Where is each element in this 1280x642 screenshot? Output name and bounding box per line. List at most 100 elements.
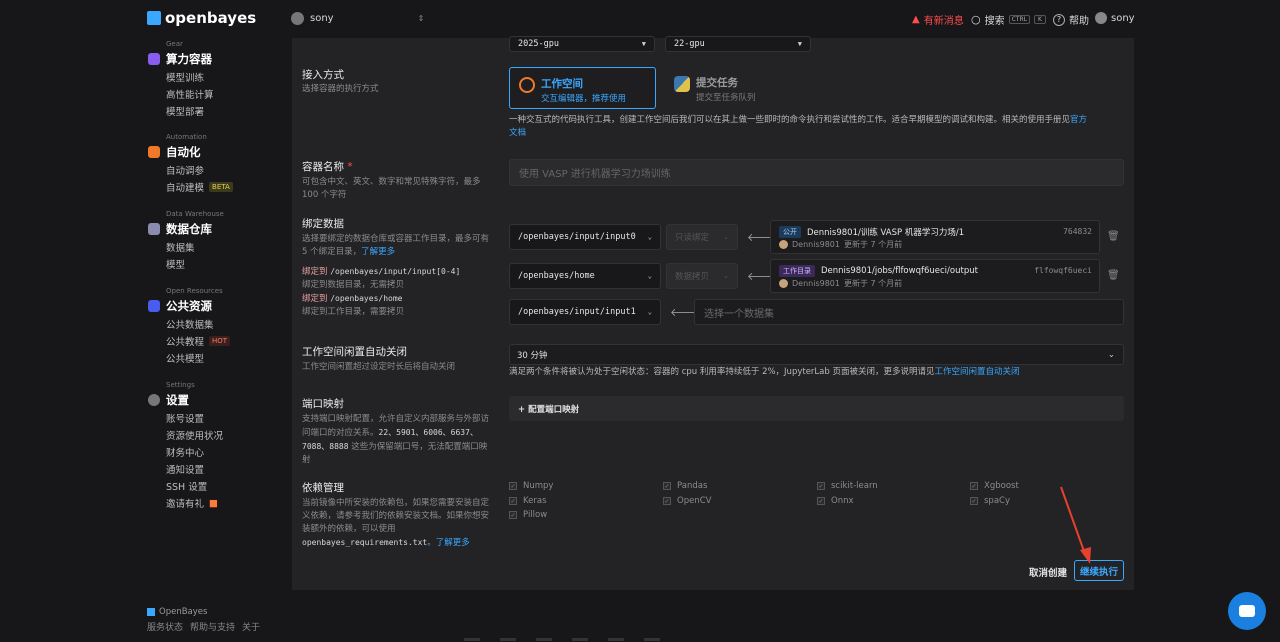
dep-checkbox-numpy: ✓ Numpy xyxy=(509,481,553,491)
sidebar-item-public-tutorials[interactable]: 公共教程 HOT xyxy=(166,334,231,348)
sidebar-item-settings[interactable]: 设置 xyxy=(148,392,189,408)
dep-name: scikit-learn xyxy=(831,481,878,491)
access-label: 接入方式 xyxy=(302,69,344,81)
access-option-workspace[interactable]: 工作空间 交互编辑器，推荐使用 xyxy=(509,67,656,109)
rule2-path: /openbayes/home xyxy=(330,294,403,303)
sidebar-item-usage[interactable]: 资源使用状况 xyxy=(166,428,223,442)
dep-name: Xgboost xyxy=(984,481,1019,491)
footer-link-help[interactable]: 帮助与支持 xyxy=(190,620,235,633)
sidebar-item-model-training[interactable]: 模型训练 xyxy=(166,70,204,84)
bind-path: /openbayes/input/input0 xyxy=(518,232,636,242)
access-note: 一种交互式的代码执行工具，创建工作空间后我们可以在其上做一些即时的命令执行和尝试… xyxy=(509,114,1126,140)
sidebar-item-ssh[interactable]: SSH 设置 xyxy=(166,479,207,493)
annotation-arrow-icon xyxy=(1060,486,1091,564)
footer-link-about[interactable]: 关于 xyxy=(242,620,260,633)
sidebar-item-autotune[interactable]: 自动调参 xyxy=(166,163,204,177)
trash-icon[interactable]: 🗑 xyxy=(1107,231,1120,242)
section-title: 公共资源 xyxy=(166,299,212,313)
dataset-search-input[interactable]: 选择一个数据集 xyxy=(694,299,1124,325)
select-value: 2025-gpu xyxy=(518,39,559,49)
workspace-switcher[interactable]: sony ⇕ xyxy=(291,12,424,25)
bind-mode-select-1[interactable]: 数据拷贝 ⌄ xyxy=(666,263,738,289)
trash-icon[interactable]: 🗑 xyxy=(1107,270,1120,281)
sidebar-item-public-models[interactable]: 公共模型 xyxy=(166,351,204,365)
brand-logo[interactable]: openbayes xyxy=(147,9,256,27)
sidebar-item-gear[interactable]: 算力容器 xyxy=(148,51,212,67)
dep-name: Keras xyxy=(523,496,547,506)
card-meta-row: Dennis9801 更新于 7 个月前 xyxy=(779,278,902,289)
chevron-down-icon: ⌄ xyxy=(647,308,652,316)
chevron-down-icon: ⌄ xyxy=(723,233,729,241)
footer-link-status[interactable]: 服务状态 xyxy=(147,620,183,633)
workspace-name: sony xyxy=(310,13,334,24)
notifications-button[interactable]: ▲ 有新消息 xyxy=(912,12,964,27)
sidebar-item-datasets[interactable]: 数据集 xyxy=(166,240,195,254)
dep-name: Numpy xyxy=(523,481,554,491)
dep-checkbox-keras: ✓ Keras xyxy=(509,496,547,506)
bound-dataset-card-1[interactable]: 工作目录 Dennis9801/jobs/flfowqf6ueci/output… xyxy=(770,259,1100,293)
configure-ports-button[interactable]: + 配置端口映射 xyxy=(509,396,1124,421)
search-label: 搜索 xyxy=(984,16,1005,27)
dep-checkbox-pillow: ✓ Pillow xyxy=(509,510,547,520)
name-label-text: 容器名称 xyxy=(302,161,344,173)
bind-path-select-0[interactable]: /openbayes/input/input0 ⌄ xyxy=(509,224,661,250)
owner-name: Dennis9801 xyxy=(792,240,840,249)
access-option-task[interactable]: 提交任务 提交至任务队列 xyxy=(665,67,812,109)
bell-icon: ▲ xyxy=(912,14,920,25)
avatar xyxy=(779,279,788,288)
deps-learn-more-link[interactable]: 。了解更多 xyxy=(427,538,470,548)
sidebar-item-models[interactable]: 模型 xyxy=(166,257,185,271)
sidebar-item-account[interactable]: 账号设置 xyxy=(166,411,204,425)
sidebar-item-warehouse[interactable]: 数据仓库 xyxy=(148,221,212,237)
access-note-link[interactable]: 官方 xyxy=(1070,115,1087,125)
requirements-file: openbayes_requirements.txt xyxy=(302,538,428,547)
bind-path-select-2[interactable]: /openbayes/input/input1 ⌄ xyxy=(509,299,661,325)
name-desc-line2: 100 个字符 xyxy=(302,190,347,200)
chevron-updown-icon: ⇕ xyxy=(417,14,425,23)
sidebar-item-model-deploy[interactable]: 模型部署 xyxy=(166,104,204,118)
sidebar-item-hpc[interactable]: 高性能计算 xyxy=(166,87,214,101)
name-desc-line1: 可包含中文、英文、数字和常见特殊字符，最多 xyxy=(302,177,481,187)
idle-value: 30 分钟 xyxy=(517,350,548,361)
configure-ports-label: + 配置端口映射 xyxy=(518,404,580,415)
bind-mode: 数据拷贝 xyxy=(675,272,710,282)
option-title: 工作空间 xyxy=(541,78,583,90)
public-resources-icon xyxy=(148,300,160,312)
sidebar-item-public-datasets[interactable]: 公共数据集 xyxy=(166,317,214,331)
bound-dataset-card-0[interactable]: 公开 Dennis9801/训练 VASP 机器学习力场/1 Dennis980… xyxy=(770,220,1100,254)
check-icon: ✓ xyxy=(509,511,517,519)
footer-links: 服务状态 帮助与支持 关于 xyxy=(147,620,260,633)
container-name-input[interactable]: 使用 VASP 进行机器学习力场训练 xyxy=(509,159,1124,186)
dep-name: Pandas xyxy=(677,481,708,491)
search-button[interactable]: ○ 搜索 CTRL K xyxy=(971,12,1046,27)
ports-desc-line1: 支持端口映射配置，允许自定义内部服务与外部访 xyxy=(302,414,490,424)
resource-select-2[interactable]: 22-gpu ▼ xyxy=(665,36,811,52)
sidebar-item-automl[interactable]: 自动建模 BETA xyxy=(166,180,233,194)
sidebar-item-finance[interactable]: 财务中心 xyxy=(166,445,204,459)
bind-path-select-1[interactable]: /openbayes/home ⌄ xyxy=(509,263,661,289)
idle-note-link[interactable]: 工作空间闲置自动关闭 xyxy=(934,367,1019,377)
resource-select-1[interactable]: 2025-gpu ▼ xyxy=(509,36,655,52)
hot-badge: HOT xyxy=(209,336,231,346)
user-menu[interactable]: sony xyxy=(1095,12,1135,24)
check-icon: ✓ xyxy=(817,482,825,490)
chat-button[interactable] xyxy=(1228,592,1266,630)
sidebar-item-notifications[interactable]: 通知设置 xyxy=(166,462,204,476)
help-button[interactable]: ? 帮助 xyxy=(1053,12,1089,27)
dataset-title: Dennis9801/jobs/flfowqf6ueci/output xyxy=(821,266,978,276)
version-hash: 764832 xyxy=(1063,227,1092,236)
idle-timeout-select[interactable]: 30 分钟 ⌄ xyxy=(509,344,1124,365)
ports-desc-line5: 射 xyxy=(302,455,311,465)
idle-desc: 工作空间闲置超过设定时长后将自动关闭 xyxy=(302,362,456,372)
check-icon: ✓ xyxy=(509,497,517,505)
name-label: 容器名称 * xyxy=(302,159,353,174)
horizontal-scroll-indicator xyxy=(464,638,844,642)
bind-mode-select-0[interactable]: 只读绑定 ⌄ xyxy=(666,224,738,250)
gift-icon: ■ xyxy=(209,497,218,509)
bind-learn-more-link[interactable]: 了解更多 xyxy=(361,247,395,257)
sidebar-item-invite[interactable]: 邀请有礼 ■ xyxy=(166,496,218,511)
bind-path: /openbayes/home xyxy=(518,271,595,281)
sidebar-item-automation[interactable]: 自动化 xyxy=(148,144,201,160)
access-note-link-2[interactable]: 文档 xyxy=(509,128,526,138)
sidebar-item-open[interactable]: 公共资源 xyxy=(148,298,212,314)
